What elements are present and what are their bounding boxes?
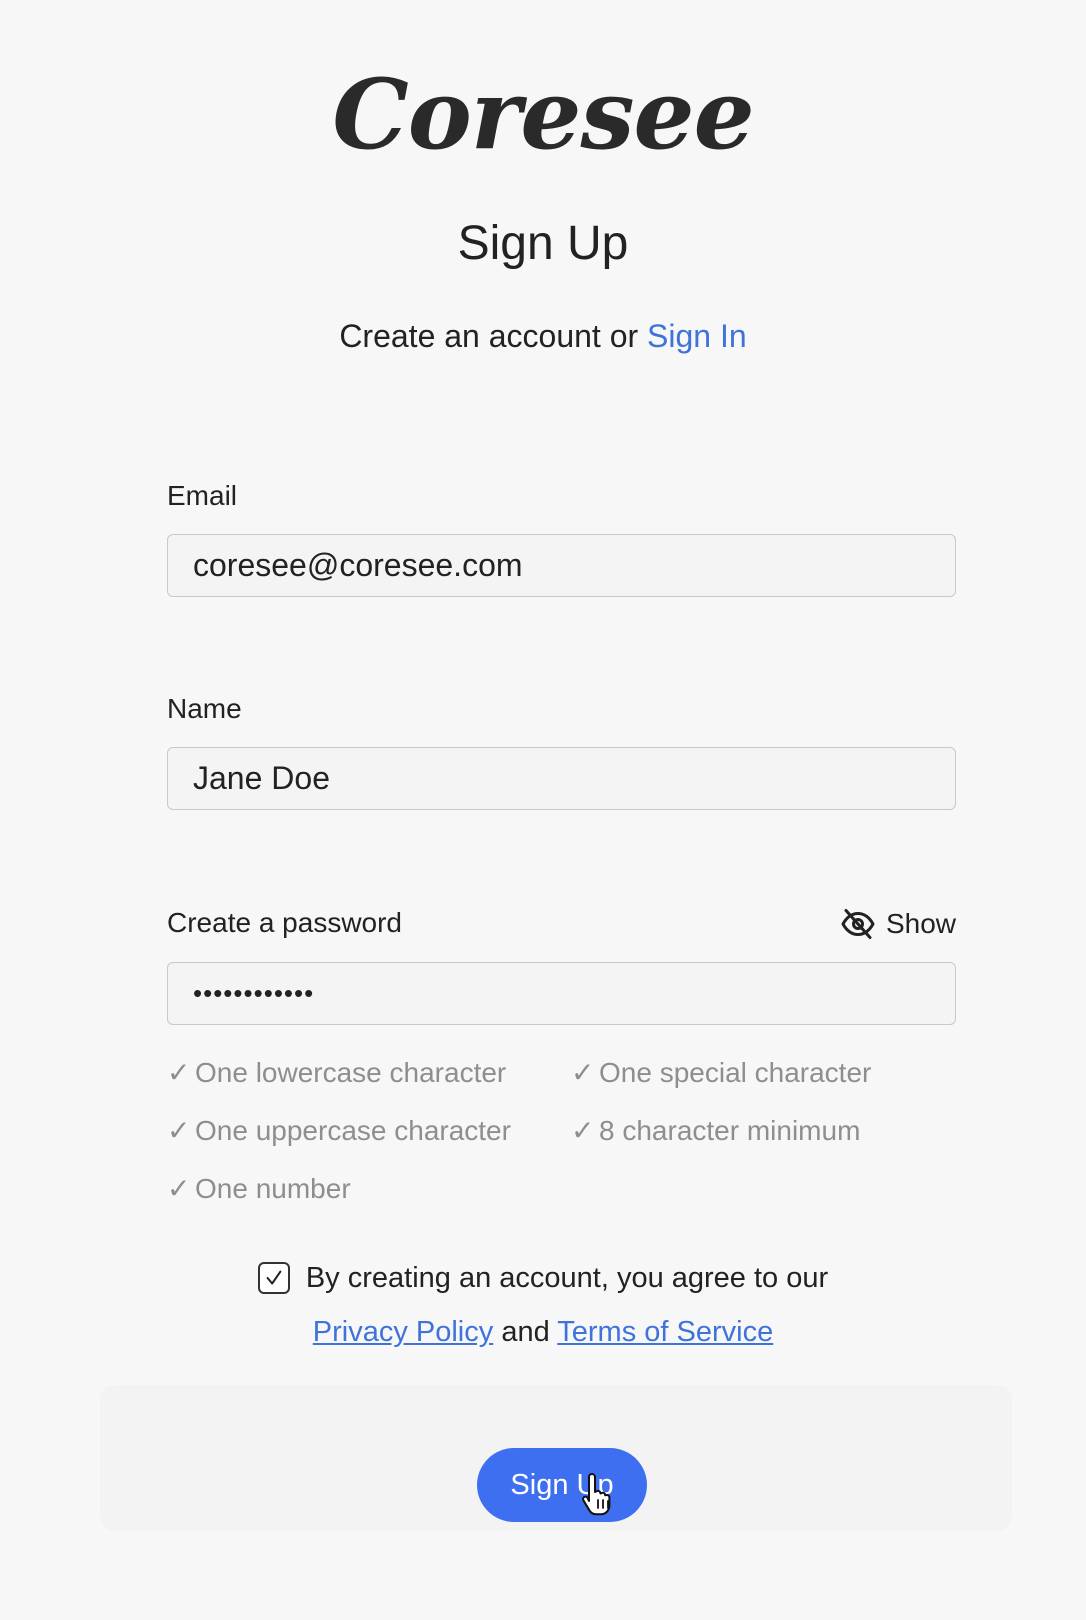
page-title: Sign Up — [457, 217, 629, 270]
agreement-text: By creating an account, you agree to our — [305, 1262, 829, 1294]
subtitle-text: Create an account or — [339, 318, 648, 354]
requirement-text: One number — [195, 1173, 351, 1204]
name-label: Name — [167, 693, 242, 724]
check-icon: ✓ — [167, 1173, 191, 1204]
requirement-text: One lowercase character — [195, 1057, 507, 1088]
sign-up-button[interactable]: Sign Up — [477, 1448, 647, 1522]
name-field[interactable] — [167, 747, 956, 810]
requirement-special: ✓ One special character — [571, 1056, 871, 1090]
sign-in-link[interactable]: Sign In — [647, 318, 747, 354]
checkmark-icon — [266, 1270, 282, 1285]
requirement-text: One special character — [599, 1057, 872, 1088]
requirement-uppercase: ✓ One uppercase character — [167, 1114, 511, 1148]
check-icon: ✓ — [571, 1057, 595, 1088]
requirement-text: One uppercase character — [195, 1115, 511, 1146]
requirement-text: 8 character minimum — [599, 1115, 861, 1146]
and-text: and — [501, 1316, 550, 1348]
signup-page: Coresee Sign Up Create an account or Sig… — [0, 0, 1086, 1620]
password-label: Create a password — [167, 907, 403, 938]
check-icon: ✓ — [167, 1057, 191, 1088]
check-icon: ✓ — [167, 1115, 191, 1146]
terms-of-service-link[interactable]: Terms of Service — [557, 1316, 773, 1348]
show-label: Show — [885, 908, 956, 939]
requirement-min-length: ✓ 8 character minimum — [571, 1114, 860, 1148]
privacy-policy-link[interactable]: Privacy Policy — [313, 1316, 494, 1348]
requirement-lowercase: ✓ One lowercase character — [167, 1056, 506, 1090]
coresee-logo: Coresee — [332, 58, 754, 171]
password-field[interactable] — [167, 962, 956, 1025]
email-field[interactable] — [167, 534, 956, 597]
terms-agreement: By creating an account, you agree to our… — [0, 1258, 1086, 1352]
show-password-toggle[interactable]: Show — [840, 906, 956, 942]
page-subtitle: Create an account or Sign In — [0, 316, 1086, 356]
requirement-number: ✓ One number — [167, 1172, 351, 1206]
check-icon: ✓ — [571, 1115, 595, 1146]
eye-off-icon — [841, 909, 875, 939]
agree-checkbox[interactable] — [257, 1262, 290, 1294]
hand-cursor-icon — [582, 1473, 611, 1516]
email-label: Email — [167, 480, 238, 511]
